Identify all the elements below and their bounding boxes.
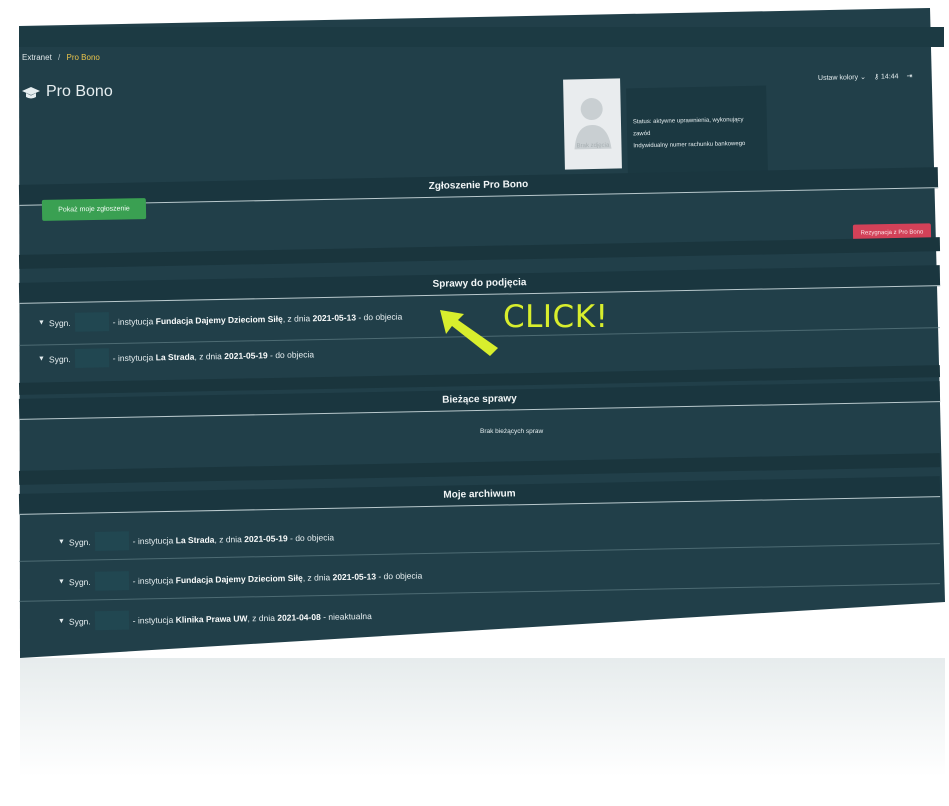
section-biezace-title: Bieżące sprawy [442,393,517,406]
list-item[interactable]: ▼ Sygn. - instytucja Fundacja Dajemy Dzi… [38,307,403,333]
account-line: Indywidualny numer rachunku bankowego [633,140,746,150]
session-time: 14:44 [880,73,899,81]
annotation-arrow-icon [440,310,498,356]
sygn-value-redacted [94,531,129,551]
list-item[interactable]: ▼ Sygn. - instytucja Fundacja Dajemy Dzi… [58,566,423,592]
institution-name: Fundacja Dajemy Dzieciom Siłę [155,313,283,326]
avatar: Brak zdjęcia [563,78,622,170]
section-gap [18,237,941,269]
graduation-cap-icon [22,86,40,99]
date-prefix: , z dnia [214,533,242,545]
empty-current-cases: Brak bieżących spraw [480,428,544,435]
status-panel: Status: aktywne uprawnienia, wykonujący … [626,85,768,175]
sygn-label: Sygn. [68,536,91,547]
date-prefix: , z dnia [194,350,222,362]
sygn-label: Sygn. [68,615,91,627]
institution-prefix: - instytucja [112,315,154,327]
breadcrumb-current: Pro Bono [66,53,100,62]
status-text: - do objecia [289,531,335,543]
chevron-down-icon: ⌄ [859,73,866,82]
institution-name: Klinika Prawa UW [175,612,248,625]
sygn-label: Sygn. [48,353,71,364]
list-item[interactable]: ▼ Sygn. - instytucja La Strada, z dnia 2… [58,527,334,551]
presentation-stage: Extranet / Pro Bono Pro Bono Ustaw kolor… [0,0,949,806]
list-item[interactable]: ▼ Sygn. - instytucja Klinika Prawa UW, z… [58,606,372,631]
status-text: - do objecia [269,348,315,360]
caret-down-icon: ▼ [57,578,66,586]
key-icon: ⚷ [873,73,880,81]
section-zgloszenie-title: Zgłoszenie Pro Bono [428,179,529,192]
sygn-value-redacted [94,610,129,631]
header-tools: Ustaw kolory ⌄ ⚷ 14:44 ⇥ [818,72,913,82]
status-line: Status: aktywne uprawnienia, wykonujący … [632,117,744,138]
logout-icon[interactable]: ⇥ [906,72,912,80]
caret-down-icon: ▼ [37,355,46,363]
date-prefix: , z dnia [302,571,331,583]
page-title-text: Pro Bono [46,83,113,100]
institution-name: Fundacja Dajemy Dzieciom Siłę [175,572,303,585]
date-value: 2021-05-13 [332,570,377,582]
click-annotation: CLICK! [503,299,609,335]
caret-down-icon: ▼ [37,319,46,327]
institution-prefix: - instytucja [132,574,174,586]
date-prefix: , z dnia [247,612,275,623]
date-value: 2021-05-13 [312,311,357,323]
caret-down-icon: ▼ [57,538,66,546]
breadcrumb-root[interactable]: Extranet [22,53,52,62]
status-text: - do objecia [358,311,403,322]
section-zgloszenie-header: Zgłoszenie Pro Bono [18,167,939,206]
date-prefix: , z dnia [282,312,311,324]
date-value: 2021-05-19 [224,349,268,361]
date-value: 2021-05-19 [244,532,288,544]
page-title: Pro Bono [22,83,113,101]
top-strip [19,27,944,47]
institution-prefix: - instytucja [112,351,154,363]
session-timer: ⚷ 14:44 [874,72,899,81]
institution-prefix: - instytucja [132,614,174,626]
breadcrumb: Extranet / Pro Bono [22,53,100,62]
colors-menu[interactable]: Ustaw kolory ⌄ [818,73,866,82]
sygn-label: Sygn. [68,576,91,587]
section-archiwum-title: Moje archiwum [443,488,516,501]
sygn-value-redacted [74,312,109,332]
institution-prefix: - instytucja [132,534,174,546]
status-text: - do objecia [378,570,423,581]
section-sprawy-title: Sprawy do podjęcia [432,277,527,290]
sygn-label: Sygn. [48,317,71,328]
institution-name: La Strada [155,351,195,362]
breadcrumb-separator: / [58,53,61,62]
floor-reflection [20,658,945,806]
sygn-value-redacted [74,348,109,368]
institution-name: La Strada [175,534,215,545]
show-application-button[interactable]: Pokaż moje zgłoszenie [41,198,147,221]
date-value: 2021-04-08 [277,611,321,623]
avatar-caption: Brak zdjęcia [576,142,610,150]
list-item[interactable]: ▼ Sygn. - instytucja La Strada, z dnia 2… [38,344,314,368]
sygn-value-redacted [94,571,129,591]
section-sprawy-header: Sprawy do podjęcia [18,265,941,304]
status-text: - nieaktualna [323,610,372,622]
caret-down-icon: ▼ [57,617,66,626]
colors-menu-label: Ustaw kolory [817,74,859,82]
